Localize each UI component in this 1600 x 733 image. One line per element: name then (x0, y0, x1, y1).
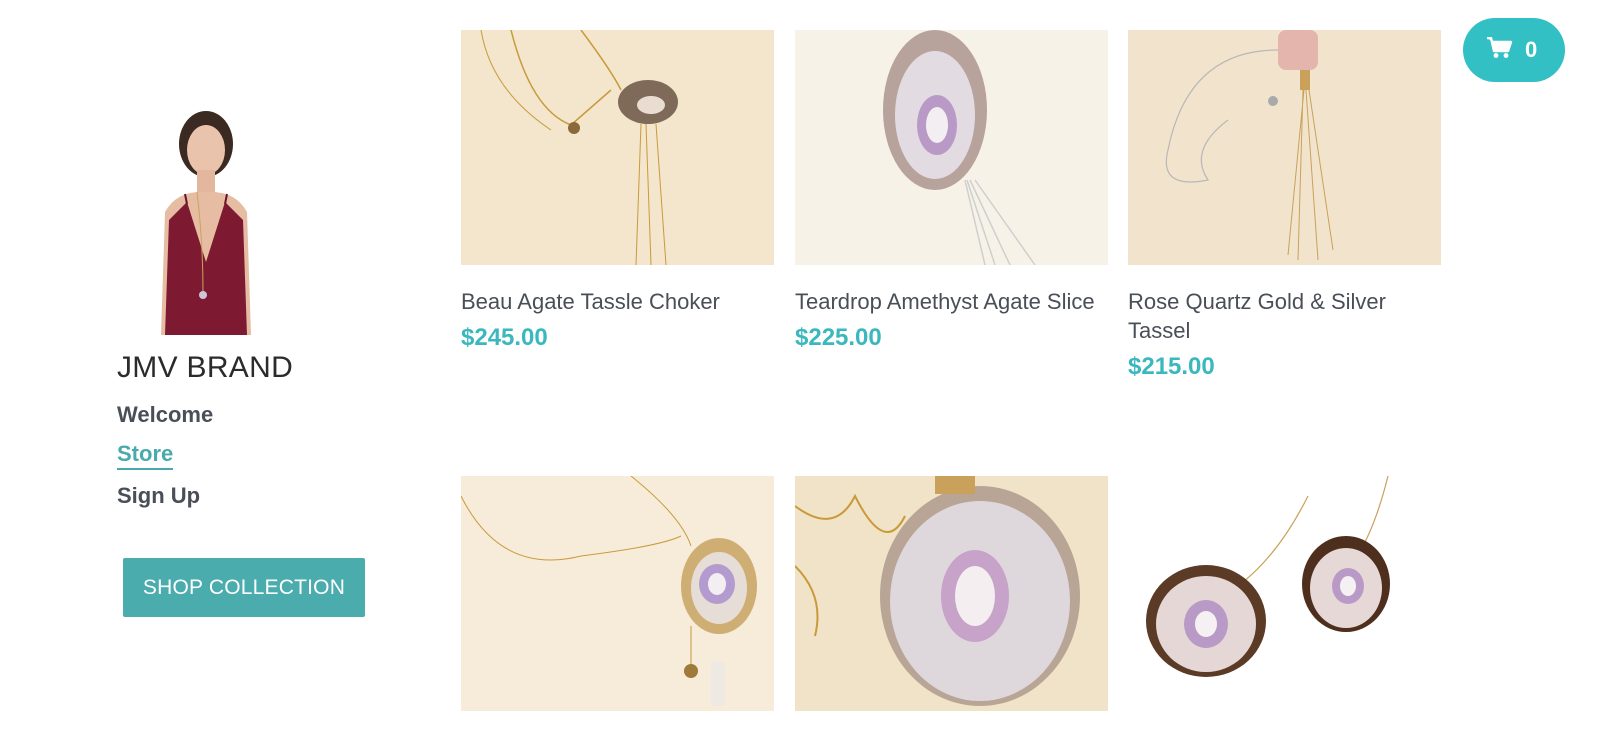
store-page: JMV BRAND Welcome Store Sign Up SHOP COL… (0, 0, 1600, 733)
product-card[interactable] (461, 476, 774, 733)
product-card[interactable]: Beau Agate Tassle Choker $245.00 (461, 30, 774, 352)
brand-model-photo (117, 92, 295, 335)
product-price: $225.00 (795, 324, 882, 351)
product-price: $215.00 (1128, 353, 1215, 380)
nav-item-welcome[interactable]: Welcome (117, 401, 213, 428)
sidebar-nav: Welcome Store Sign Up (117, 401, 417, 521)
product-card[interactable] (795, 476, 1108, 733)
sidebar: JMV BRAND Welcome Store Sign Up SHOP COL… (117, 92, 417, 617)
product-image[interactable] (1128, 30, 1441, 265)
product-image[interactable] (1128, 476, 1441, 711)
product-name[interactable]: Beau Agate Tassle Choker (461, 287, 774, 316)
brand-name: JMV BRAND (117, 351, 294, 384)
shop-collection-button[interactable]: SHOP COLLECTION (123, 558, 365, 617)
product-card[interactable]: Teardrop Amethyst Agate Slice $225.00 (795, 30, 1108, 352)
cart-count: 0 (1525, 37, 1538, 62)
product-image[interactable] (461, 30, 774, 265)
product-name[interactable]: Rose Quartz Gold & Silver Tassel (1128, 287, 1441, 345)
nav-item-sign-up[interactable]: Sign Up (117, 482, 200, 509)
cart-button[interactable]: 0 (1463, 18, 1565, 82)
product-image[interactable] (795, 30, 1108, 265)
product-name[interactable]: Teardrop Amethyst Agate Slice (795, 287, 1108, 316)
product-price: $245.00 (461, 324, 548, 351)
nav-item-store[interactable]: Store (117, 440, 174, 470)
product-image[interactable] (461, 476, 774, 711)
product-card[interactable] (1128, 476, 1441, 733)
product-card[interactable]: Rose Quartz Gold & Silver Tassel $215.00 (1128, 30, 1441, 381)
shopping-cart-icon (1487, 36, 1513, 64)
product-image[interactable] (795, 476, 1108, 711)
